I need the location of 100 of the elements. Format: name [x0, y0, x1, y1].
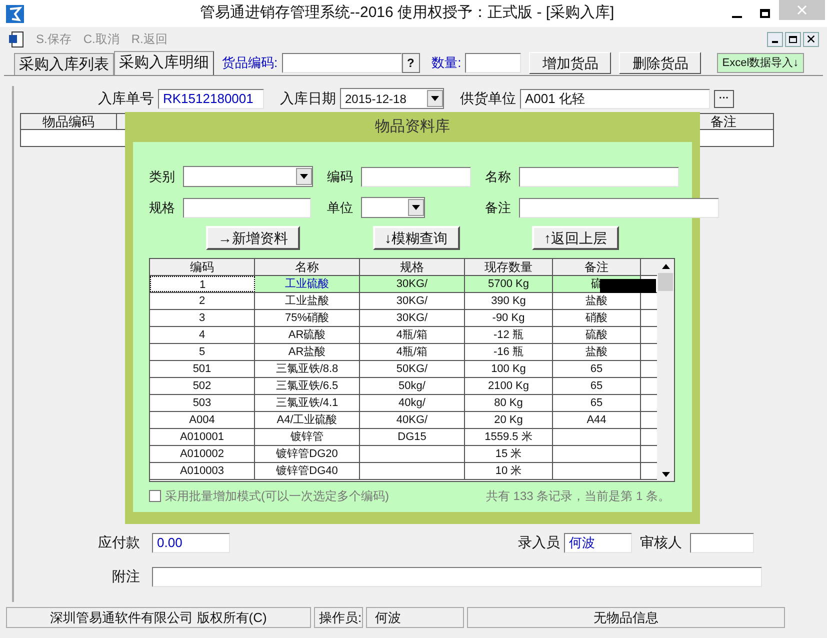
field-label: 录入员	[518, 533, 560, 552]
table-cell: 5	[150, 344, 255, 360]
table-cell: A4/工业硫酸	[255, 412, 360, 428]
field-label: 供货单位	[460, 89, 516, 108]
button[interactable]: →新增资料	[206, 226, 300, 250]
table-cell: 盐酸	[553, 344, 641, 360]
column-header: 现存数量	[465, 259, 553, 275]
table-cell: 工业硫酸	[255, 276, 360, 292]
dropdown-field[interactable]	[361, 197, 425, 218]
input-field[interactable]: A001 化轻	[520, 88, 710, 108]
table-cell: DG15	[360, 429, 465, 445]
status-text: 深圳管易通软件有限公司 版权所有(C)	[6, 607, 311, 628]
table-cell: 镀锌管DG40	[255, 463, 360, 479]
table-cell: 4	[150, 327, 255, 343]
caret-icon[interactable]	[412, 205, 420, 210]
field-label: 单位	[327, 198, 353, 217]
input-field[interactable]: 0.00	[152, 532, 230, 552]
table-cell: 65	[553, 361, 641, 377]
minimize-icon[interactable]	[732, 16, 742, 18]
status-text: 何波	[366, 607, 464, 628]
input-field[interactable]	[183, 198, 311, 218]
table-cell: 1559.5 米	[465, 429, 553, 445]
input-field[interactable]: 何波	[564, 532, 632, 552]
input-field[interactable]	[690, 532, 754, 552]
checkbox[interactable]	[149, 490, 161, 502]
table-cell: A44	[553, 412, 641, 428]
field-label: 编码	[327, 168, 353, 186]
field-label: 备注	[485, 198, 511, 217]
column-header: 编码	[150, 259, 255, 275]
field-label: 入库单号	[98, 89, 154, 108]
table-cell: 2100 Kg	[465, 378, 553, 394]
dropdown-button[interactable]	[408, 199, 424, 216]
scroll-down-icon[interactable]	[662, 472, 670, 476]
import-button[interactable]: Excel数据导入↓	[717, 53, 804, 73]
column-header: 物品编码	[21, 114, 117, 129]
table-cell: 镀锌管	[255, 429, 360, 445]
field-label: 类别	[149, 168, 175, 186]
table-cell: 501	[150, 361, 255, 377]
table-cell: 50kg/	[360, 378, 465, 394]
table-cell: 502	[150, 378, 255, 394]
record-info: 共有 133 条记录，当前是第 1 条。	[486, 488, 670, 505]
input-field[interactable]	[519, 198, 719, 218]
help-button[interactable]: ?	[402, 53, 420, 73]
table-cell: 三氯亚铁/8.8	[255, 361, 360, 377]
table-cell: 4瓶/箱	[360, 344, 465, 360]
table-cell: 4瓶/箱	[360, 327, 465, 343]
close-button[interactable]	[803, 32, 819, 46]
column-header: 备注	[553, 259, 641, 275]
close-icon[interactable]	[807, 35, 815, 43]
dropdown-field[interactable]: 2015-12-18	[340, 88, 444, 109]
field-label: 附注	[111, 567, 141, 586]
table-cell: 30KG/	[360, 310, 465, 326]
status-text: 无物品信息	[467, 607, 785, 628]
dropdown-button[interactable]	[296, 168, 312, 185]
scroll-thumb[interactable]	[658, 273, 673, 291]
caret-icon[interactable]	[431, 96, 439, 101]
tab[interactable]: 采购入库列表	[14, 53, 114, 75]
button[interactable]: 增加货品	[529, 52, 612, 74]
caret-icon[interactable]	[300, 174, 308, 179]
input-field[interactable]	[361, 166, 471, 186]
table-cell: 3	[150, 310, 255, 326]
button[interactable]: ↑返回上层	[532, 226, 619, 250]
table-cell: 40KG/	[360, 412, 465, 428]
minimize-icon	[772, 40, 778, 42]
input-field[interactable]	[152, 566, 762, 586]
table-cell: -12 瓶	[465, 327, 553, 343]
column-header: 规格	[360, 259, 465, 275]
table-cell: A010003	[150, 463, 255, 479]
item-code-field[interactable]	[282, 53, 402, 73]
table-cell: AR盐酸	[255, 344, 360, 360]
input-field[interactable]	[519, 166, 679, 186]
table-cell: 5700 Kg	[465, 276, 553, 292]
table-cell: A004	[150, 412, 255, 428]
dropdown-field[interactable]	[183, 166, 313, 187]
field-label: 数量:	[432, 54, 462, 72]
dropdown-button[interactable]	[427, 90, 443, 107]
table-cell: 30KG/	[360, 276, 465, 292]
table-cell: 75%硝酸	[255, 310, 360, 326]
scroll-up-icon[interactable]	[662, 264, 670, 268]
minimize-button[interactable]	[767, 32, 783, 46]
field-label: 入库日期	[280, 89, 336, 108]
table-cell: 镀锌管DG20	[255, 446, 360, 462]
input-field[interactable]: RK1512180001	[158, 88, 264, 108]
field-label: 货品编码:	[222, 54, 278, 72]
table-cell: 20 Kg	[465, 412, 553, 428]
button[interactable]: ↓模糊查询	[372, 226, 460, 250]
table-cell: 390 Kg	[465, 293, 553, 309]
maximize-icon[interactable]	[760, 9, 770, 18]
table-cell: 工业盐酸	[255, 293, 360, 309]
table-cell: A010002	[150, 446, 255, 462]
tab[interactable]: 采购入库明细	[114, 51, 214, 75]
restore-button[interactable]	[785, 32, 801, 46]
window-title: 管易通进销存管理系统--2016 使用权授予：正式版 - [采购入库]	[200, 3, 614, 24]
table-cell: 硝酸	[553, 310, 641, 326]
quantity-field[interactable]	[465, 53, 522, 73]
table-cell: 65	[553, 395, 641, 411]
browse-button[interactable]: ···	[714, 90, 734, 108]
table-cell: 2	[150, 293, 255, 309]
table-cell: 65	[553, 378, 641, 394]
button[interactable]: 删除货品	[619, 52, 702, 74]
